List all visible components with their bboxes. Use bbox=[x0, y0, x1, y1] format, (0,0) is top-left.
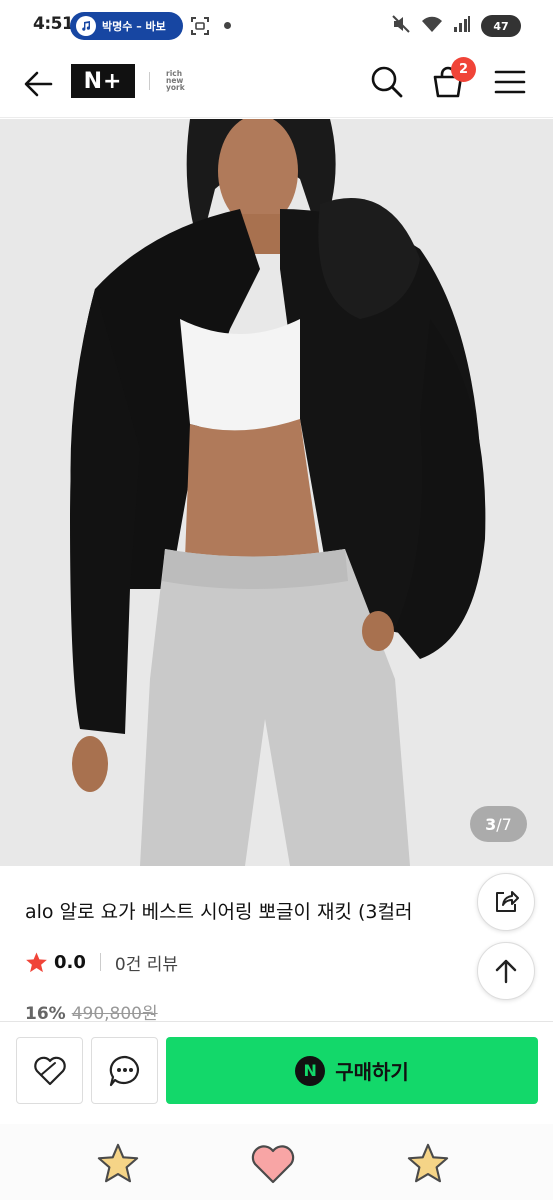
battery-indicator: 47 bbox=[481, 15, 521, 37]
nav-star-right[interactable] bbox=[400, 1138, 456, 1190]
review-count-link[interactable]: 0건 리뷰 bbox=[115, 950, 178, 975]
buy-button-label: 구매하기 bbox=[335, 1060, 409, 1084]
star-icon bbox=[26, 951, 47, 972]
product-title: alo 알로 요가 베스트 시어링 뽀글이 재킷 (3컬러 bbox=[25, 901, 413, 923]
search-button[interactable] bbox=[368, 63, 406, 101]
back-arrow-icon bbox=[24, 71, 53, 97]
signal-icon bbox=[453, 15, 471, 37]
menu-button[interactable] bbox=[490, 64, 530, 100]
chat-bubble-icon bbox=[109, 1055, 139, 1086]
chat-button[interactable] bbox=[91, 1037, 158, 1104]
hamburger-menu-icon bbox=[494, 70, 526, 94]
share-icon bbox=[496, 891, 519, 912]
nav-star-left[interactable] bbox=[90, 1138, 146, 1190]
wish-button[interactable] bbox=[16, 1037, 83, 1104]
notification-dot-icon bbox=[224, 22, 231, 29]
naver-n-icon: N bbox=[295, 1055, 326, 1086]
media-pill[interactable]: 박명수 – 바보 bbox=[70, 12, 183, 40]
screenshot-icon bbox=[190, 16, 210, 40]
rating-row: 0.0 0건 리뷰 bbox=[25, 949, 178, 975]
image-counter: 3 / 7 bbox=[470, 806, 527, 842]
arrow-up-icon bbox=[495, 959, 517, 984]
status-indicators: 47 bbox=[391, 14, 521, 38]
scroll-top-button[interactable] bbox=[477, 942, 535, 1000]
rating-divider bbox=[99, 953, 101, 971]
heart-wish-icon bbox=[33, 1056, 66, 1085]
wifi-icon bbox=[421, 15, 443, 37]
star-icon bbox=[407, 1143, 449, 1183]
bottom-nav bbox=[0, 1124, 553, 1200]
share-button[interactable] bbox=[477, 873, 535, 931]
status-time: 4:51 bbox=[33, 14, 74, 34]
search-icon bbox=[371, 66, 403, 98]
sub-logo-line: york bbox=[166, 83, 185, 92]
purchase-bar: N 구매하기 bbox=[0, 1021, 553, 1123]
rating-value: 0.0 bbox=[54, 951, 86, 973]
mute-icon bbox=[391, 14, 411, 38]
status-bar: 4:51 박명수 – 바보 47 bbox=[0, 0, 553, 52]
logo-divider bbox=[149, 72, 150, 90]
music-note-icon bbox=[76, 16, 96, 36]
heart-icon bbox=[251, 1145, 295, 1184]
back-button[interactable] bbox=[20, 66, 56, 102]
product-image[interactable] bbox=[0, 119, 553, 866]
image-counter-current: 3 bbox=[485, 814, 497, 834]
app-header: N+ rich new york 2 bbox=[0, 52, 553, 118]
nav-heart[interactable] bbox=[245, 1138, 301, 1190]
star-icon bbox=[97, 1143, 139, 1183]
product-photo bbox=[0, 119, 553, 866]
sub-brand-logo: rich new york bbox=[166, 70, 185, 92]
buy-button[interactable]: N 구매하기 bbox=[166, 1037, 538, 1104]
media-title: 박명수 – 바보 bbox=[102, 20, 166, 33]
brand-logo[interactable]: N+ bbox=[71, 64, 135, 98]
image-counter-total: 7 bbox=[501, 814, 512, 834]
cart-count-badge: 2 bbox=[451, 57, 476, 82]
